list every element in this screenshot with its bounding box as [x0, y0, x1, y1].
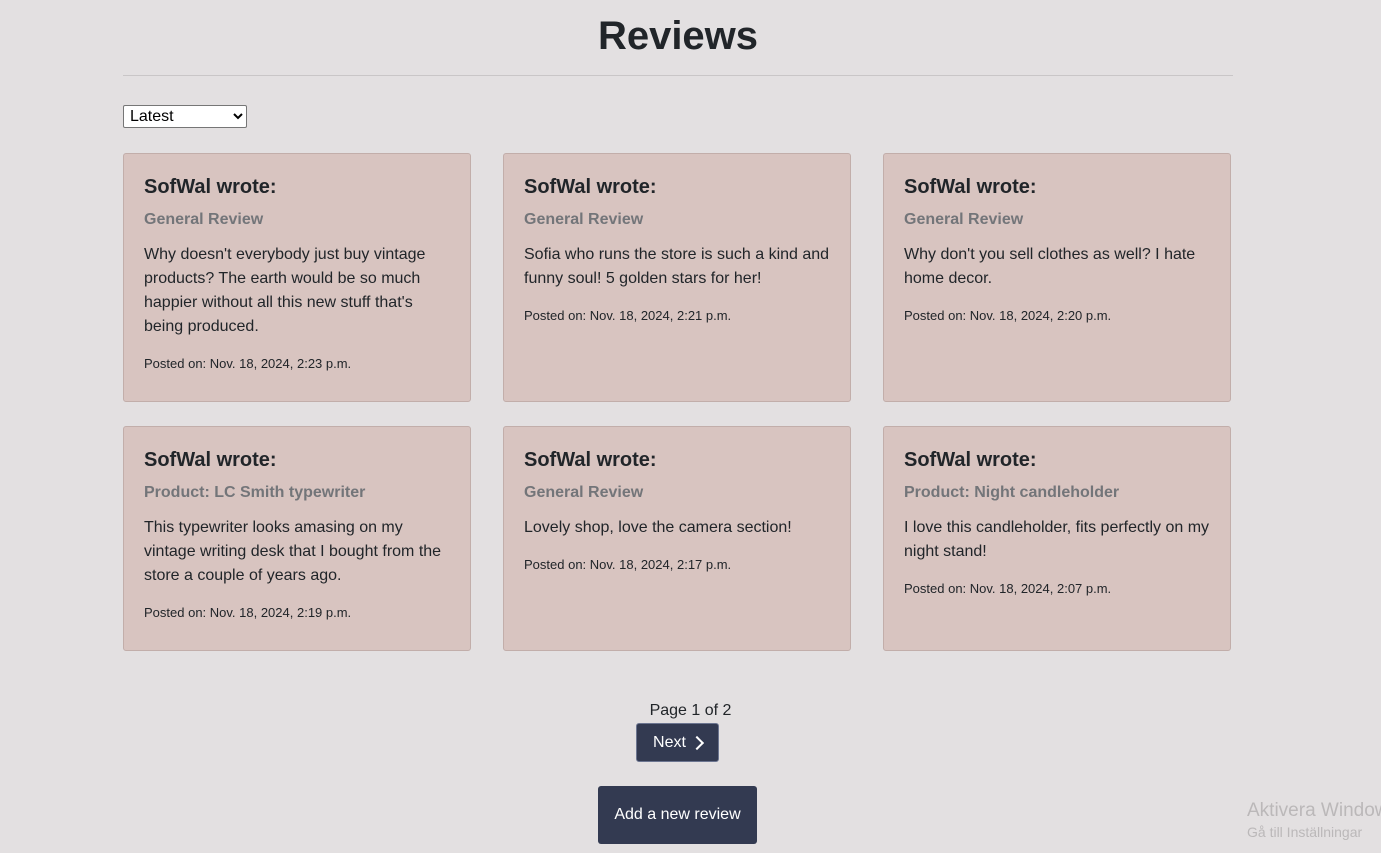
- review-text: Sofia who runs the store is such a kind …: [524, 246, 830, 287]
- sort-select[interactable]: Latest: [123, 105, 247, 128]
- review-text: This typewriter looks amasing on my vint…: [144, 519, 442, 584]
- review-author: SofWal wrote:: [904, 449, 1037, 471]
- chevron-right-icon: [689, 735, 705, 751]
- watermark-subtitle: Gå till Inställningar: [1247, 824, 1363, 840]
- review-date: Posted on: Nov. 18, 2024, 2:19 p.m.: [144, 605, 352, 620]
- review-subject: Product: LC Smith typewriter: [144, 484, 366, 501]
- review-text: Why doesn't everybody just buy vintage p…: [144, 246, 426, 335]
- review-text: I love this candleholder, fits perfectly…: [904, 519, 1210, 560]
- pagination-info: Page 1 of 2: [649, 702, 732, 719]
- review-text: Why don't you sell clothes as well? I ha…: [904, 246, 1196, 287]
- review-date: Posted on: Nov. 18, 2024, 2:17 p.m.: [524, 557, 732, 572]
- page-container: Reviews Latest SofWal wrote: General Rev…: [123, 0, 1233, 651]
- review-author: SofWal wrote:: [144, 176, 277, 198]
- add-review-button[interactable]: Add a new review: [598, 786, 757, 844]
- review-subject: General Review: [524, 211, 644, 228]
- review-card: SofWal wrote: Product: Night candleholde…: [883, 426, 1231, 651]
- review-date: Posted on: Nov. 18, 2024, 2:07 p.m.: [904, 581, 1112, 596]
- page-title: Reviews: [597, 14, 759, 58]
- title-divider: [123, 75, 1233, 76]
- next-page-button[interactable]: Next: [636, 723, 719, 762]
- windows-activation-watermark: Aktivera Windows Gå till Inställningar: [1247, 799, 1381, 841]
- review-card: SofWal wrote: General Review Lovely shop…: [503, 426, 851, 651]
- review-card: SofWal wrote: General Review Why doesn't…: [123, 153, 471, 402]
- review-card: SofWal wrote: General Review Why don't y…: [883, 153, 1231, 402]
- review-subject: Product: Night candleholder: [904, 484, 1120, 501]
- review-date: Posted on: Nov. 18, 2024, 2:23 p.m.: [144, 356, 352, 371]
- review-subject: General Review: [144, 211, 264, 228]
- review-author: SofWal wrote:: [144, 449, 277, 471]
- review-date: Posted on: Nov. 18, 2024, 2:20 p.m.: [904, 308, 1112, 323]
- review-subject: General Review: [904, 211, 1024, 228]
- next-page-label: Next: [653, 733, 686, 751]
- review-card: SofWal wrote: Product: LC Smith typewrit…: [123, 426, 471, 651]
- review-card: SofWal wrote: General Review Sofia who r…: [503, 153, 851, 402]
- review-text: Lovely shop, love the camera section!: [524, 519, 792, 536]
- review-author: SofWal wrote:: [524, 449, 657, 471]
- review-subject: General Review: [524, 484, 644, 501]
- review-author: SofWal wrote:: [524, 176, 657, 198]
- review-author: SofWal wrote:: [904, 176, 1037, 198]
- watermark-title: Aktivera Windows: [1247, 800, 1381, 821]
- review-date: Posted on: Nov. 18, 2024, 2:21 p.m.: [524, 308, 732, 323]
